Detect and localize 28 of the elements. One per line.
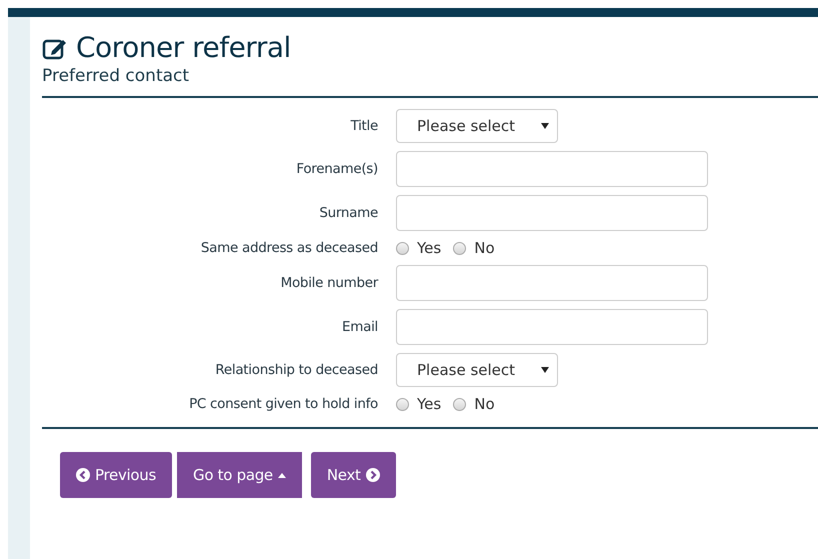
field-label: PC consent given to hold info — [188, 396, 378, 412]
page-title: Coroner referral — [76, 31, 291, 64]
radio-option[interactable]: Yes — [396, 239, 442, 257]
radio-option[interactable]: Yes — [396, 395, 442, 413]
select-dropdown[interactable]: Please select — [396, 353, 558, 387]
input-field[interactable] — [396, 195, 708, 231]
caret-icon — [541, 123, 549, 129]
previous-button[interactable]: Previous — [60, 452, 172, 498]
field-label: Email — [341, 319, 378, 335]
caret-up-icon — [278, 472, 286, 478]
right-circle-icon — [366, 468, 380, 482]
input-field[interactable] — [396, 151, 708, 187]
field-label: Forename(s) — [295, 161, 378, 177]
section-subtitle: Preferred contact — [42, 66, 190, 86]
field-label: Same address as deceased — [200, 240, 378, 256]
go-to-page-button[interactable]: Go to page — [177, 452, 302, 498]
left-circle-icon — [76, 468, 90, 482]
select-dropdown[interactable]: Please select — [396, 109, 558, 143]
radio-option[interactable]: No — [453, 239, 495, 257]
field-label: Mobile number — [280, 275, 378, 291]
next-button[interactable]: Next — [310, 452, 396, 498]
field-label: Title — [350, 118, 378, 134]
radio-option[interactable]: No — [453, 395, 495, 413]
input-field[interactable] — [396, 265, 708, 301]
caret-icon — [541, 367, 549, 373]
input-field[interactable] — [396, 309, 708, 345]
field-label: Surname — [318, 205, 378, 221]
field-label: Relationship to deceased — [214, 362, 378, 378]
